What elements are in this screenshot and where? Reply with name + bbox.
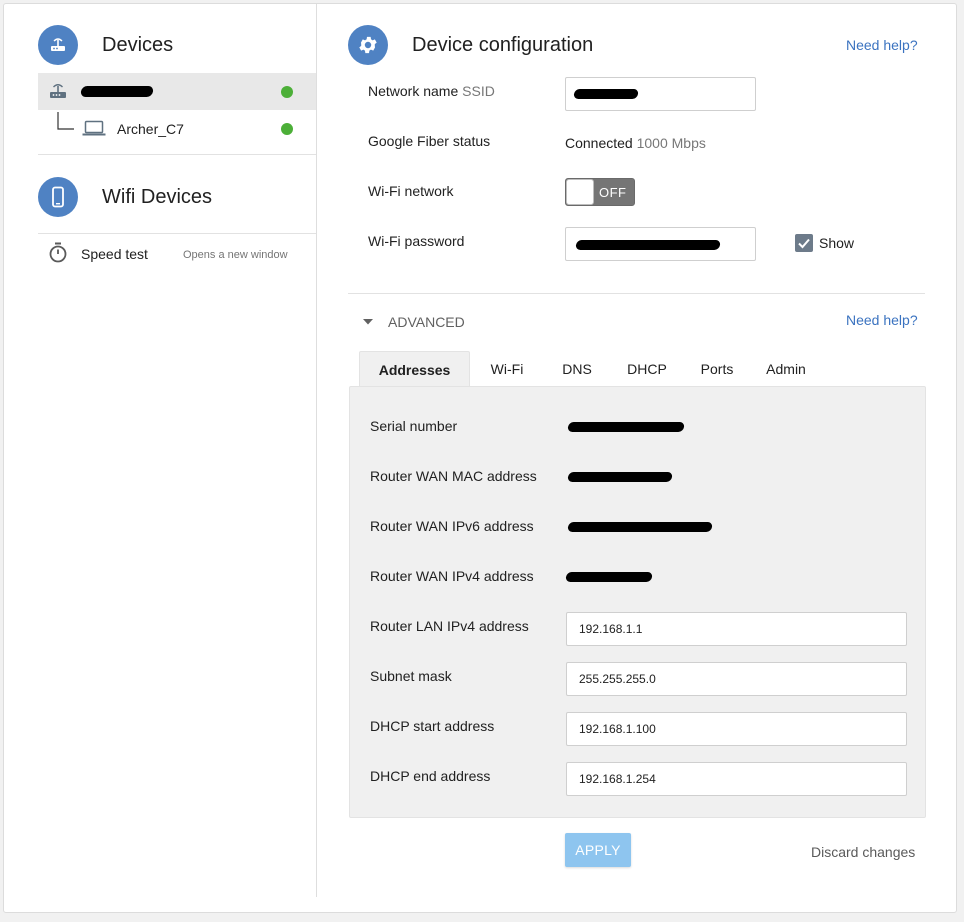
addresses-panel: Serial number Router WAN MAC address Rou… [349, 386, 926, 818]
gear-icon [348, 25, 388, 65]
serial-label: Serial number [370, 418, 458, 434]
fiber-status-value: Connected 1000 Mbps [565, 135, 706, 151]
caret-down-icon [363, 319, 373, 325]
device-row-router[interactable] [38, 73, 316, 110]
dhcp-start-input[interactable]: 192.168.1.100 [566, 712, 907, 746]
speed-test-hint: Opens a new window [183, 249, 288, 261]
wan-ipv4-label: Router WAN IPv4 address [370, 568, 534, 584]
redacted-ssid [573, 89, 639, 99]
connection-speed: 1000 Mbps [636, 135, 706, 151]
panel-divider [316, 4, 317, 897]
tab-ports[interactable]: Ports [687, 351, 747, 387]
redacted-password [575, 240, 721, 250]
redacted-wan-ipv6 [567, 522, 713, 532]
tree-connector-icon [57, 112, 74, 130]
tab-admin[interactable]: Admin [756, 351, 816, 387]
apply-button[interactable]: APPLY [565, 833, 631, 867]
check-icon [798, 238, 810, 249]
wan-ipv6-label: Router WAN IPv6 address [370, 518, 534, 534]
tab-addresses[interactable]: Addresses [359, 351, 470, 387]
fiber-status-label: Google Fiber status [368, 133, 491, 149]
section-divider [348, 293, 925, 294]
advanced-title: ADVANCED [388, 314, 465, 330]
subnet-input[interactable]: 255.255.255.0 [566, 662, 907, 696]
redacted-wan-ipv4 [565, 572, 653, 582]
redacted-serial [567, 422, 685, 432]
ssid-input[interactable] [565, 77, 756, 111]
wan-mac-label: Router WAN MAC address [370, 468, 537, 484]
router-icon [38, 25, 78, 65]
tab-dhcp[interactable]: DHCP [617, 351, 677, 387]
device-row-archer[interactable]: Archer_C7 [38, 110, 316, 147]
wifi-devices-title: Wifi Devices [102, 186, 213, 208]
show-password-checkbox[interactable] [795, 234, 813, 252]
sidebar-divider [38, 154, 316, 155]
connection-state: Connected [565, 135, 633, 151]
laptop-icon [82, 119, 106, 142]
discard-changes-link[interactable]: Discard changes [811, 844, 915, 860]
lan-ipv4-label: Router LAN IPv4 address [370, 618, 529, 634]
tab-wifi[interactable]: Wi-Fi [477, 351, 537, 387]
router-small-icon [48, 82, 68, 105]
dhcp-end-input[interactable]: 192.168.1.254 [566, 762, 907, 796]
lan-ipv4-input[interactable]: 192.168.1.1 [566, 612, 907, 646]
advanced-help-link[interactable]: Need help? [846, 312, 918, 328]
phone-icon [38, 177, 78, 217]
redacted-wan-mac [567, 472, 673, 482]
toggle-knob [566, 179, 594, 205]
speed-test-label: Speed test [81, 246, 148, 262]
dhcp-end-label: DHCP end address [370, 768, 491, 784]
status-dot-online [281, 86, 293, 98]
network-name-label-text: Network name [368, 83, 459, 99]
redacted-router-name [80, 86, 154, 97]
device-name: Archer_C7 [117, 121, 184, 137]
sidebar-divider [38, 233, 316, 234]
wifi-network-label: Wi-Fi network [368, 183, 454, 199]
devices-title: Devices [102, 34, 174, 56]
subnet-label: Subnet mask [370, 668, 452, 684]
app-frame: Devices Archer_C7 Wifi Devices Speed tes… [3, 3, 957, 913]
show-password-label: Show [819, 235, 855, 251]
tab-dns[interactable]: DNS [547, 351, 607, 387]
dhcp-start-label: DHCP start address [370, 718, 495, 734]
wifi-toggle[interactable]: OFF [565, 178, 635, 206]
wifi-password-label: Wi-Fi password [368, 233, 465, 249]
stopwatch-icon [49, 242, 67, 269]
speed-test-link[interactable]: Speed test Opens a new window [38, 240, 316, 268]
help-link[interactable]: Need help? [846, 37, 918, 53]
network-name-label: Network name SSID [368, 83, 495, 99]
ssid-sublabel: SSID [462, 83, 495, 99]
config-title: Device configuration [412, 34, 594, 56]
status-dot-online [281, 123, 293, 135]
wifi-password-input[interactable] [565, 227, 756, 261]
toggle-state: OFF [599, 185, 627, 200]
